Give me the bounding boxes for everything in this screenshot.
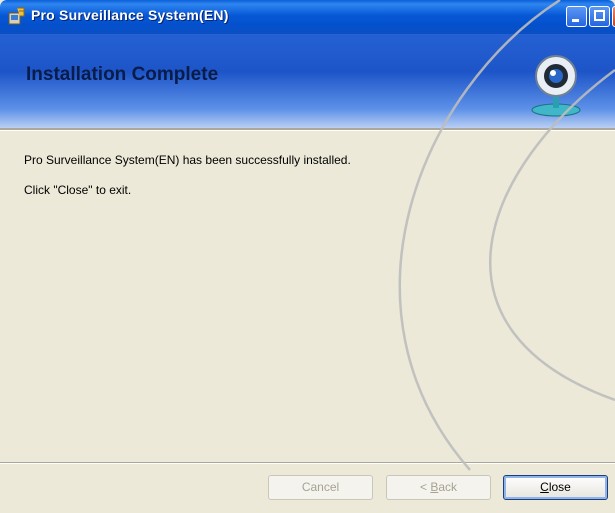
header-banner: Installation Complete xyxy=(0,34,615,128)
minimize-icon xyxy=(572,19,579,22)
back-button[interactable]: < Back xyxy=(386,475,491,500)
installer-window: Pro Surveillance System(EN) Installation… xyxy=(0,0,615,513)
title-bar[interactable]: Pro Surveillance System(EN) xyxy=(0,0,615,34)
webcam-icon xyxy=(528,52,588,122)
footer-divider xyxy=(0,462,615,464)
close-label-rest: lose xyxy=(548,480,571,494)
window-title: Pro Surveillance System(EN) xyxy=(31,7,229,23)
page-title: Installation Complete xyxy=(26,64,219,85)
close-mnemonic: C xyxy=(540,480,549,494)
success-message: Pro Surveillance System(EN) has been suc… xyxy=(24,153,351,167)
back-prefix: < xyxy=(419,480,431,494)
cancel-label: Cancel xyxy=(301,480,340,494)
content-area: Pro Surveillance System(EN) has been suc… xyxy=(0,131,615,474)
installer-icon xyxy=(8,7,26,25)
back-label-rest: ack xyxy=(438,480,458,494)
maximize-icon xyxy=(594,10,605,21)
minimize-button[interactable] xyxy=(566,6,587,27)
exit-instruction: Click "Close" to exit. xyxy=(24,183,132,197)
close-button[interactable]: Close xyxy=(503,475,608,500)
maximize-button[interactable] xyxy=(589,6,610,27)
cancel-button[interactable]: Cancel xyxy=(268,475,373,500)
